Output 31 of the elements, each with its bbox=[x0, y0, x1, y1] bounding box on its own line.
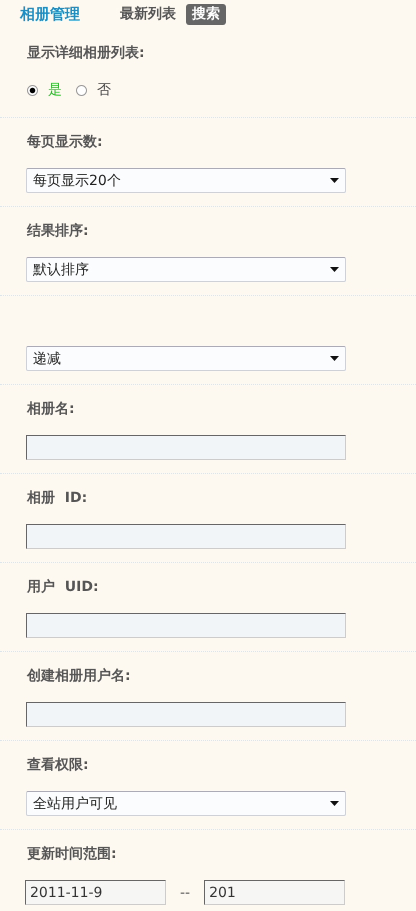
field-label: 相册名: bbox=[27, 400, 75, 419]
field-label: 创建相册用户名: bbox=[27, 666, 131, 686]
field-label: 相册 ID: bbox=[27, 489, 88, 508]
caret-icon bbox=[330, 178, 339, 183]
field-label: 查看权限: bbox=[27, 756, 89, 775]
date-field[interactable]: 201 bbox=[204, 880, 346, 905]
radio-button[interactable] bbox=[76, 84, 87, 96]
tab[interactable]: 搜索 bbox=[186, 4, 226, 24]
field-label: 每页显示数: bbox=[27, 133, 103, 152]
date-field[interactable]: 2011-11-9 bbox=[25, 880, 166, 905]
radio-label: 否 bbox=[97, 81, 111, 99]
input-field[interactable] bbox=[26, 702, 346, 727]
select-field[interactable]: 递减 bbox=[26, 346, 346, 371]
radio-button[interactable] bbox=[27, 84, 38, 96]
radio-label: 是 bbox=[48, 81, 62, 99]
caret-icon bbox=[330, 801, 339, 806]
input-field[interactable] bbox=[26, 435, 346, 460]
select-field[interactable]: 全站用户可见 bbox=[26, 791, 346, 816]
select-field[interactable]: 默认排序 bbox=[26, 257, 346, 282]
range-separator: -- bbox=[180, 884, 190, 900]
field-label: 用户 UID: bbox=[27, 578, 99, 597]
caret-icon bbox=[330, 267, 339, 272]
field-label: 显示详细相册列表: bbox=[27, 44, 145, 63]
tab[interactable]: 最新列表 bbox=[114, 4, 182, 24]
select-field[interactable]: 每页显示20个 bbox=[26, 168, 346, 193]
field-label: 更新时间范围: bbox=[27, 844, 117, 864]
input-field[interactable] bbox=[26, 524, 346, 549]
field-label: 结果排序: bbox=[27, 222, 89, 241]
input-field[interactable] bbox=[26, 613, 346, 638]
caret-icon bbox=[330, 356, 339, 361]
page-title: 相册管理 bbox=[20, 4, 80, 24]
